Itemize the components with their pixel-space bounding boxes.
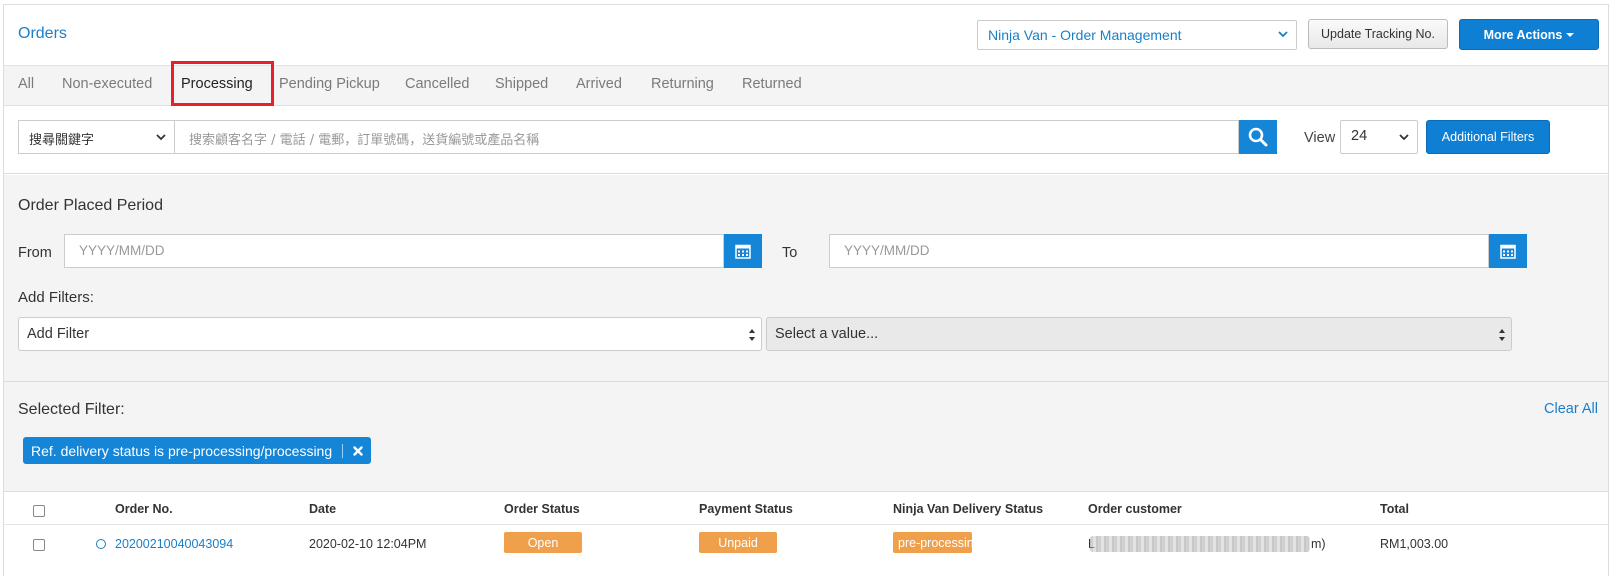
from-calendar-button[interactable]	[724, 234, 762, 268]
page-header: Orders Ninja Van - Order Management Upda…	[4, 5, 1608, 66]
to-date-input[interactable]: YYYY/MM/DD	[829, 234, 1489, 268]
order-number-link[interactable]: 20200210040043094	[115, 537, 233, 551]
chevron-down-icon	[156, 134, 166, 141]
tab-returning[interactable]: Returning	[651, 76, 714, 92]
tab-cancelled[interactable]: Cancelled	[405, 76, 470, 92]
order-placed-period-title: Order Placed Period	[18, 197, 163, 214]
clear-all-link[interactable]: Clear All	[1544, 401, 1598, 417]
from-label: From	[18, 245, 52, 261]
view-label: View	[1304, 130, 1336, 146]
add-filter-select[interactable]: Add Filter	[18, 317, 762, 351]
orders-table: Order No. Date Order Status Payment Stat…	[4, 491, 1608, 576]
col-payment-status[interactable]: Payment Status	[699, 502, 793, 516]
order-total: RM1,003.00	[1380, 537, 1449, 551]
header-divider	[4, 524, 1608, 525]
divider	[4, 381, 1608, 382]
orders-page: Orders Ninja Van - Order Management Upda…	[3, 4, 1609, 576]
calendar-icon	[1500, 244, 1516, 259]
more-actions-button[interactable]: More Actions	[1459, 19, 1599, 50]
col-date[interactable]: Date	[309, 502, 336, 516]
add-filter-value: Add Filter	[27, 326, 90, 342]
filter-chip-label: Ref. delivery status is pre-processing/p…	[31, 442, 333, 459]
payment-status-badge: Unpaid	[699, 532, 777, 553]
order-status-badge: Open	[504, 532, 582, 553]
row-checkbox[interactable]	[33, 539, 45, 551]
col-order-status[interactable]: Order Status	[504, 502, 580, 516]
to-label: To	[782, 245, 798, 261]
chevron-down-icon	[1399, 134, 1409, 141]
tab-non-executed[interactable]: Non-executed	[62, 76, 152, 92]
select-arrows-icon	[1499, 329, 1505, 341]
chip-separator	[342, 443, 344, 458]
col-order-no[interactable]: Order No.	[115, 502, 173, 516]
filter-value-placeholder: Select a value...	[775, 326, 879, 342]
filter-chip: Ref. delivery status is pre-processing/p…	[23, 437, 372, 464]
filter-value-select[interactable]: Select a value...	[766, 317, 1512, 351]
from-date-input[interactable]: YYYY/MM/DD	[64, 234, 724, 268]
processing-tab-highlight	[171, 61, 274, 106]
delivery-status-badge: pre-processin	[893, 532, 972, 553]
tab-shipped[interactable]: Shipped	[495, 76, 548, 92]
tab-arrived[interactable]: Arrived	[576, 76, 622, 92]
selected-filter-title: Selected Filter:	[18, 401, 125, 418]
filters-panel: Order Placed Period From YYYY/MM/DD To Y…	[4, 175, 1608, 491]
page-title: Orders	[18, 25, 67, 42]
select-all-checkbox[interactable]	[33, 505, 45, 517]
caret-down-icon	[1566, 32, 1575, 37]
search-bar: 搜尋關鍵字 搜索顧客名字 / 電話 / 電郵，訂單號碼，送貨編號或產品名稱 Vi…	[4, 106, 1608, 174]
select-arrows-icon	[749, 329, 755, 341]
keyword-type-select[interactable]: 搜尋關鍵字	[18, 120, 174, 154]
customer-name-end: m)	[1311, 537, 1326, 551]
channel-select[interactable]: Ninja Van - Order Management	[977, 20, 1297, 50]
close-icon[interactable]	[353, 445, 363, 456]
more-actions-label: More Actions	[1483, 27, 1563, 42]
search-button[interactable]	[1239, 120, 1277, 154]
order-date: 2020-02-10 12:04PM	[309, 537, 427, 551]
channel-select-value: Ninja Van - Order Management	[988, 27, 1182, 43]
additional-filters-button[interactable]: Additional Filters	[1426, 120, 1550, 154]
tab-all[interactable]: All	[18, 76, 34, 92]
update-tracking-button[interactable]: Update Tracking No.	[1308, 19, 1448, 49]
redacted-customer	[1090, 536, 1310, 552]
add-filters-title: Add Filters:	[18, 289, 94, 306]
to-calendar-button[interactable]	[1489, 234, 1527, 268]
per-page-select[interactable]: 24	[1340, 120, 1418, 154]
status-circle-icon	[96, 539, 106, 549]
per-page-value: 24	[1351, 128, 1368, 144]
search-icon	[1248, 127, 1268, 147]
col-order-customer[interactable]: Order customer	[1088, 502, 1182, 516]
keyword-type-value: 搜尋關鍵字	[29, 133, 95, 148]
tab-pending-pickup[interactable]: Pending Pickup	[279, 76, 380, 92]
tab-returned[interactable]: Returned	[742, 76, 802, 92]
col-total[interactable]: Total	[1380, 502, 1409, 516]
col-delivery-status[interactable]: Ninja Van Delivery Status	[893, 502, 1043, 516]
search-input[interactable]: 搜索顧客名字 / 電話 / 電郵，訂單號碼，送貨編號或產品名稱	[174, 120, 1239, 154]
chevron-down-icon	[1278, 31, 1288, 38]
calendar-icon	[735, 244, 751, 259]
